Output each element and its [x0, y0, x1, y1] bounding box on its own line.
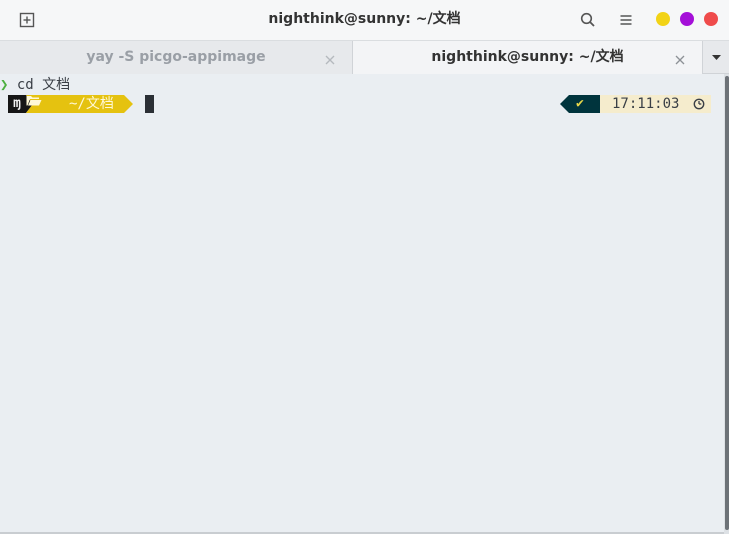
manjaro-logo-icon: ɱ	[8, 95, 26, 113]
tab-nighthink-docs[interactable]: nighthink@sunny: ~/文档	[352, 41, 703, 74]
scrollbar-thumb[interactable]	[725, 76, 729, 530]
maximize-button[interactable]	[680, 12, 694, 26]
prompt-line: ɱ ~/文档 ✔ 17:11:03	[0, 95, 724, 113]
terminal-scrollbar[interactable]	[724, 74, 729, 534]
close-window-button[interactable]	[704, 12, 718, 26]
command-line: ❯ cd 文档	[0, 76, 70, 94]
check-icon: ✔	[576, 96, 584, 111]
tab-label: nighthink@sunny: ~/文档	[431, 49, 624, 65]
title-bar: nighthink@sunny: ~/文档	[0, 0, 729, 40]
close-icon	[675, 55, 685, 65]
close-icon	[325, 55, 335, 65]
prompt-time: 17:11:03	[612, 96, 680, 112]
os-glyph: ɱ	[13, 96, 21, 111]
prompt-arrow: ❯	[0, 77, 9, 93]
caret-down-icon	[712, 55, 721, 60]
tab-label: yay -S picgo-appimage	[86, 49, 266, 65]
terminal-output[interactable]: ❯ cd 文档 ɱ ~/文档 ✔ 17:11:03	[0, 74, 724, 534]
tab-bar: yay -S picgo-appimage nighthink@sunny: ~…	[0, 40, 729, 74]
clock-icon	[693, 98, 705, 110]
tab-close-button[interactable]	[674, 51, 686, 65]
search-button[interactable]	[579, 11, 597, 29]
minimize-button[interactable]	[656, 12, 670, 26]
search-icon	[580, 12, 595, 27]
menu-button[interactable]	[617, 11, 635, 29]
hamburger-icon	[620, 15, 632, 25]
command-text: cd 文档	[16, 77, 71, 93]
folder-open-icon	[26, 96, 42, 106]
tab-list-button[interactable]	[704, 41, 729, 74]
text-cursor	[145, 95, 154, 113]
current-directory: ~/文档	[69, 96, 114, 112]
tab-yay-picgo[interactable]: yay -S picgo-appimage	[0, 41, 352, 74]
tab-close-button[interactable]	[324, 51, 336, 65]
